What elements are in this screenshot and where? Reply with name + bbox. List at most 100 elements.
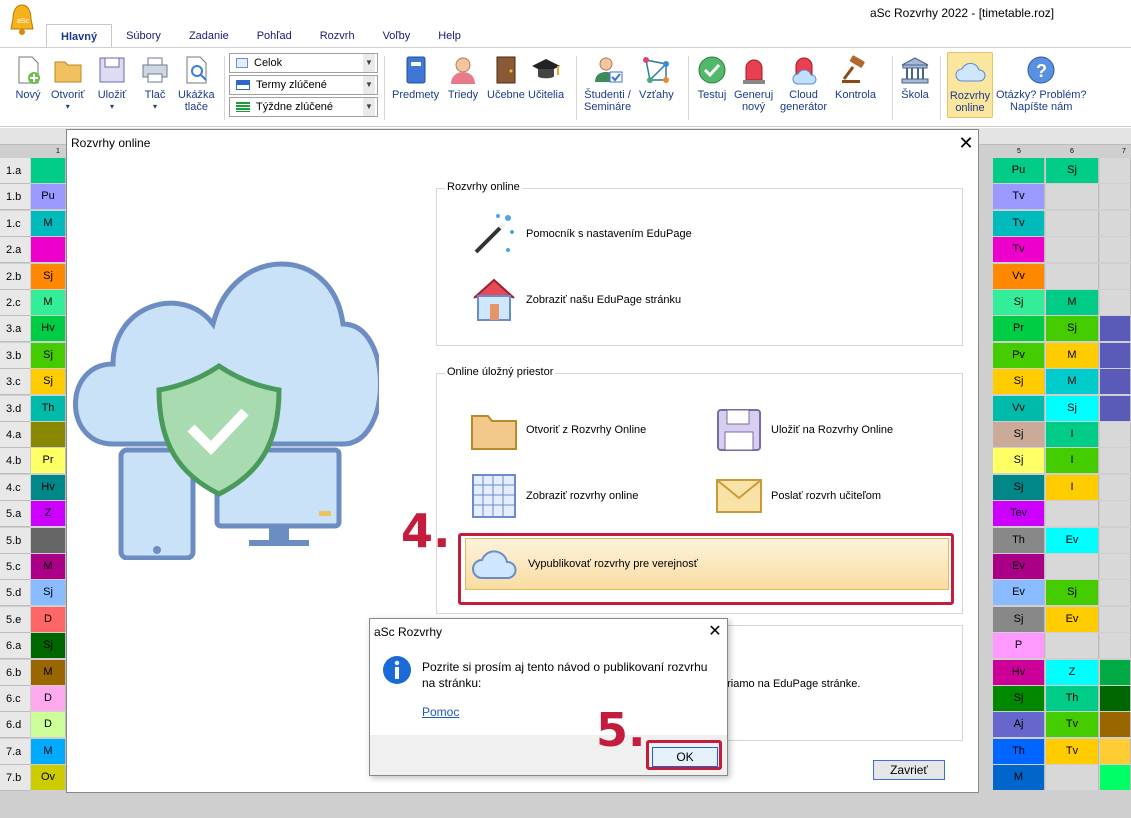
timetable-cell[interactable]: Ov bbox=[31, 765, 66, 791]
timetable-cell[interactable]: M bbox=[1046, 290, 1099, 315]
timetable-cell[interactable]: Sj bbox=[993, 290, 1045, 315]
timetable-cell[interactable]: Tv bbox=[993, 210, 1045, 236]
timetable-cell[interactable] bbox=[1046, 554, 1099, 579]
timetable-cell[interactable]: Z bbox=[31, 501, 66, 527]
timetable-cell[interactable]: M bbox=[31, 210, 66, 236]
timetable-cell[interactable]: M bbox=[31, 554, 66, 579]
close-icon[interactable]: ✕ bbox=[955, 132, 977, 154]
timetable-cell[interactable] bbox=[1100, 501, 1131, 527]
timetable-cell[interactable]: Pv bbox=[993, 342, 1045, 368]
timetable-cell[interactable]: Ev bbox=[993, 580, 1045, 606]
timetable-cell[interactable] bbox=[1046, 210, 1099, 236]
timetable-cell[interactable] bbox=[1100, 712, 1131, 738]
timetable-cell[interactable]: M bbox=[1046, 369, 1099, 395]
timetable-cell[interactable] bbox=[31, 237, 66, 263]
timetable-cell[interactable]: I bbox=[1046, 422, 1099, 447]
tab-zadanie[interactable]: Zadanie bbox=[175, 24, 243, 48]
tab-hlavny[interactable]: Hlavný bbox=[46, 24, 113, 48]
open-button[interactable]: Otvoriť ▾ bbox=[51, 54, 84, 113]
timetable-cell[interactable]: Z bbox=[1046, 659, 1099, 685]
timetable-cell[interactable]: Th bbox=[1046, 686, 1099, 711]
timetable-cell[interactable] bbox=[1100, 263, 1131, 289]
timetable-cell[interactable] bbox=[1046, 263, 1099, 289]
timetable-cell[interactable]: Hv bbox=[31, 474, 66, 500]
timetable-cell[interactable]: Sj bbox=[993, 474, 1045, 500]
tab-rozvrh[interactable]: Rozvrh bbox=[306, 24, 369, 48]
view-combo-weeks[interactable]: Týždne zlúčené ▼ bbox=[229, 97, 378, 117]
timetable-cell[interactable]: M bbox=[1046, 342, 1099, 368]
timetable-cell[interactable]: Sj bbox=[31, 342, 66, 368]
timetable-cell[interactable]: Sj bbox=[31, 369, 66, 395]
timetable-cell[interactable]: P bbox=[993, 633, 1045, 659]
close-icon[interactable]: ✕ bbox=[704, 621, 726, 643]
timetable-cell[interactable] bbox=[1046, 501, 1099, 527]
send-teachers-link[interactable]: Poslať rozvrh učiteľom bbox=[715, 472, 881, 520]
timetable-cell[interactable] bbox=[31, 527, 66, 553]
timetable-cell[interactable]: Tv bbox=[993, 184, 1045, 210]
tab-volby[interactable]: Voľby bbox=[369, 24, 425, 48]
timetable-cell[interactable]: Ev bbox=[1046, 527, 1099, 553]
chevron-down-icon[interactable]: ▼ bbox=[363, 76, 375, 94]
timetable-cell[interactable] bbox=[1100, 237, 1131, 263]
timetable-cell[interactable] bbox=[1100, 527, 1131, 553]
timetable-cell[interactable]: Pu bbox=[31, 184, 66, 210]
timetable-cell[interactable] bbox=[31, 422, 66, 447]
timetable-cell[interactable] bbox=[1100, 448, 1131, 474]
tab-subory[interactable]: Súbory bbox=[112, 24, 175, 48]
timetable-cell[interactable] bbox=[1046, 237, 1099, 263]
save-online-link[interactable]: Uložiť na Rozvrhy Online bbox=[715, 406, 893, 454]
timetable-cell[interactable] bbox=[1100, 342, 1131, 368]
show-online-link[interactable]: Zobraziť rozvrhy online bbox=[470, 472, 638, 520]
edupage-wizard-link[interactable]: Pomocník s nastavením EduPage bbox=[470, 210, 692, 258]
timetable-cell[interactable]: Sj bbox=[993, 606, 1045, 632]
timetable-cell[interactable]: Sj bbox=[31, 580, 66, 606]
timetable-cell[interactable]: Sj bbox=[1046, 158, 1099, 183]
chevron-down-icon[interactable]: ▼ bbox=[363, 98, 375, 116]
timetable-cell[interactable] bbox=[1046, 184, 1099, 210]
timetable-cell[interactable] bbox=[1100, 395, 1131, 421]
test-button[interactable]: Testuj bbox=[696, 54, 728, 101]
app-logo-icon[interactable]: aSc bbox=[8, 3, 36, 37]
classrooms-button[interactable]: Učebne bbox=[487, 54, 525, 101]
timetable-cell[interactable] bbox=[1100, 606, 1131, 632]
timetable-cell[interactable] bbox=[1046, 633, 1099, 659]
timetable-cell[interactable]: Hv bbox=[993, 659, 1045, 685]
timetable-cell[interactable]: Sj bbox=[993, 422, 1045, 447]
timetable-cell[interactable] bbox=[1100, 290, 1131, 315]
timetable-cell[interactable]: Sj bbox=[31, 263, 66, 289]
timetable-cell[interactable] bbox=[1100, 158, 1131, 183]
timetable-cell[interactable]: Pr bbox=[31, 448, 66, 474]
save-button[interactable]: Uložiť ▾ bbox=[96, 54, 128, 113]
timetable-cell[interactable]: Aj bbox=[993, 712, 1045, 738]
timetable-cell[interactable] bbox=[1100, 369, 1131, 395]
timetable-cell[interactable] bbox=[1100, 580, 1131, 606]
close-button[interactable]: Zavrieť bbox=[873, 760, 945, 780]
teachers-button[interactable]: Učitelia bbox=[528, 54, 564, 101]
cloud-generator-button[interactable]: Cloud generátor bbox=[780, 54, 827, 113]
show-edupage-link[interactable]: Zobraziť našu EduPage stránku bbox=[470, 276, 681, 324]
timetable-cell[interactable] bbox=[1100, 316, 1131, 342]
timetable-cell[interactable]: Sj bbox=[31, 633, 66, 659]
timetable-cell[interactable]: I bbox=[1046, 448, 1099, 474]
subjects-button[interactable]: Predmety bbox=[392, 54, 439, 101]
check-button[interactable]: Kontrola bbox=[835, 54, 876, 101]
timetable-cell[interactable] bbox=[1100, 474, 1131, 500]
school-button[interactable]: Škola bbox=[899, 54, 931, 101]
timetable-cell[interactable]: Sj bbox=[993, 448, 1045, 474]
timetable-cell[interactable]: Tv bbox=[1046, 738, 1099, 764]
timetable-cell[interactable]: Sj bbox=[993, 369, 1045, 395]
timetable-cell[interactable]: I bbox=[1046, 474, 1099, 500]
timetable-cell[interactable]: Ev bbox=[1046, 606, 1099, 632]
new-button[interactable]: Nový bbox=[12, 54, 44, 101]
timetable-cell[interactable]: Sj bbox=[993, 686, 1045, 711]
timetable-cell[interactable]: Vv bbox=[993, 395, 1045, 421]
help-contact-button[interactable]: ? Otázky? Problém? Napíšte nám bbox=[996, 54, 1086, 113]
timetable-cell[interactable] bbox=[1100, 738, 1131, 764]
classes-button[interactable]: Triedy bbox=[447, 54, 479, 101]
timetable-cell[interactable]: Vv bbox=[993, 263, 1045, 289]
timetable-cell[interactable]: Tv bbox=[1046, 712, 1099, 738]
timetable-cell[interactable]: D bbox=[31, 712, 66, 738]
timetable-cell[interactable] bbox=[1100, 422, 1131, 447]
relations-button[interactable]: Vzťahy bbox=[639, 54, 674, 101]
timetable-cell[interactable]: M bbox=[31, 738, 66, 764]
